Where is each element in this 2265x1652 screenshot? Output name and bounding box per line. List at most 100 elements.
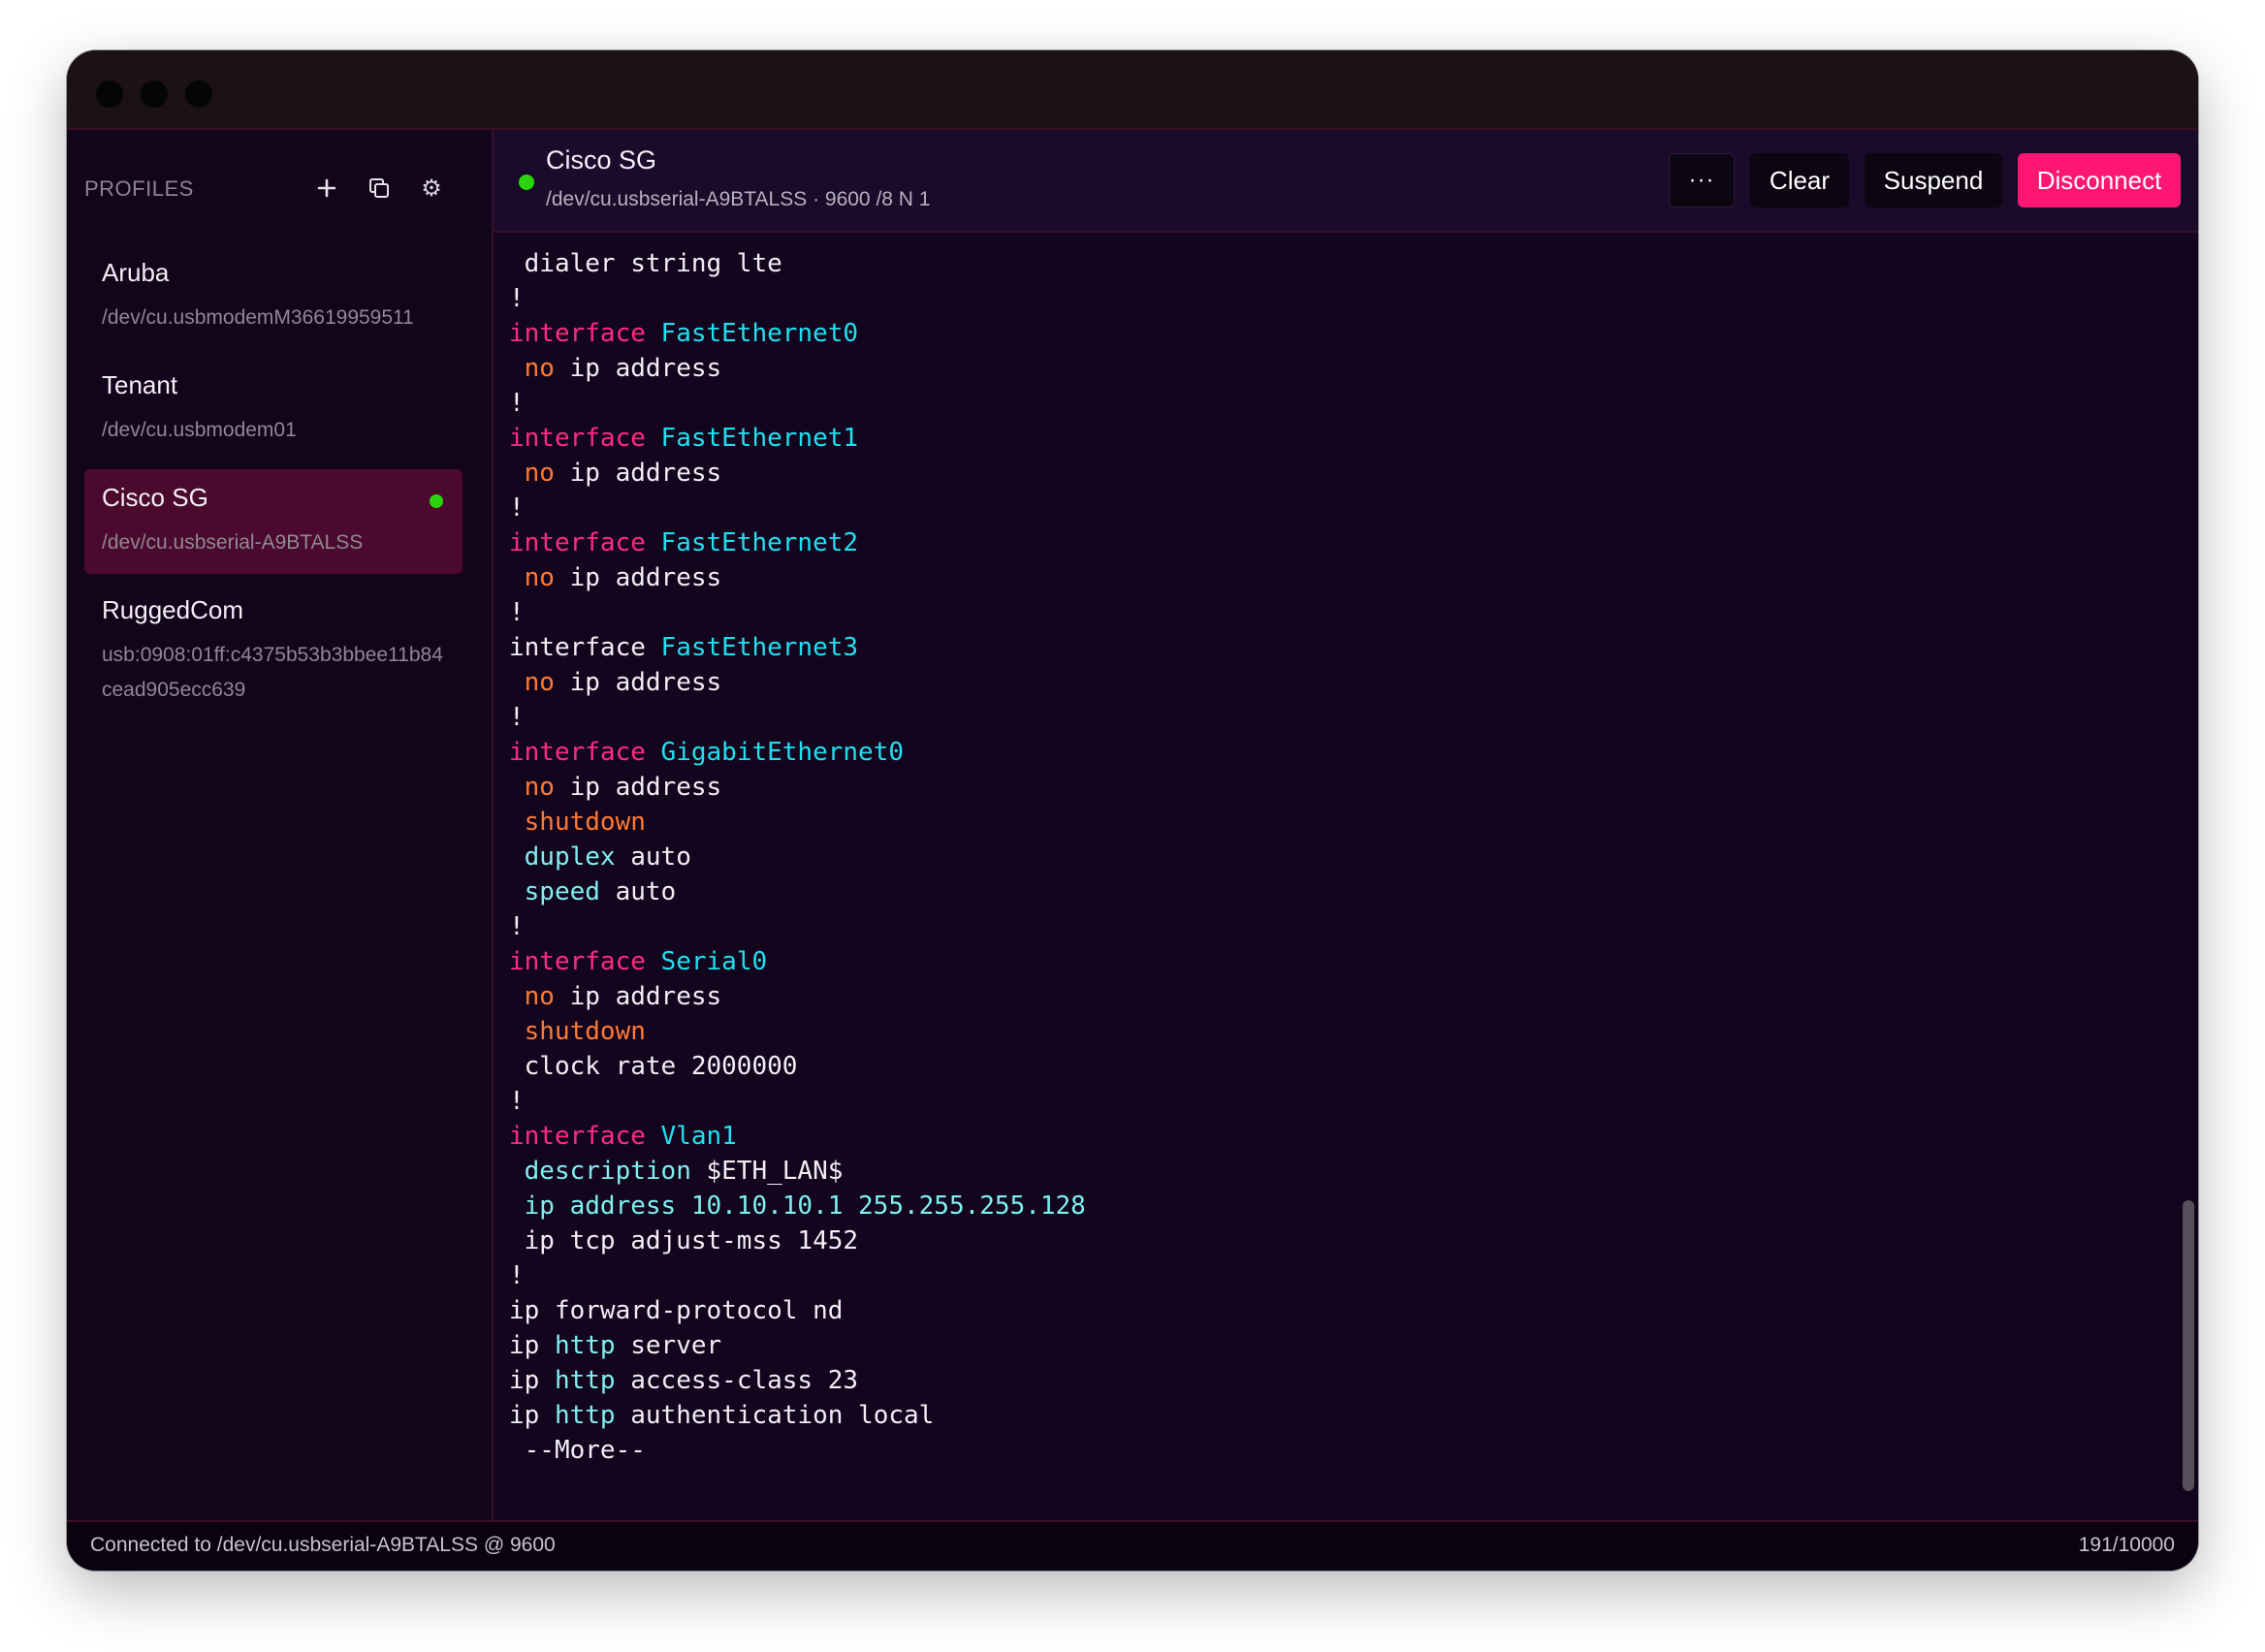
terminal-token: description <box>524 1157 691 1186</box>
terminal-line: interface FastEthernet1 <box>509 421 1086 456</box>
terminal-scrollbar[interactable] <box>2183 1200 2194 1491</box>
terminal-line: shutdown <box>509 805 1086 840</box>
close-window-button[interactable] <box>96 80 123 108</box>
terminal-token: auto <box>599 877 677 906</box>
suspend-button[interactable]: Suspend <box>1865 153 2002 207</box>
terminal-token: speed <box>524 877 600 906</box>
connected-status-dot <box>430 494 443 508</box>
more-options-button[interactable]: ··· <box>1669 153 1735 207</box>
profile-path: /dev/cu.usbmodem01 <box>102 419 297 441</box>
terminal-line: no ip address <box>509 770 1086 805</box>
terminal-line: clock rate 2000000 <box>509 1049 1086 1084</box>
terminal-token: ip address <box>554 668 722 697</box>
terminal-token: Serial0 <box>660 947 768 976</box>
terminal-token: interface <box>509 738 661 767</box>
terminal-token: http <box>554 1401 616 1430</box>
terminal-line: no ip address <box>509 979 1086 1014</box>
minimize-window-button[interactable] <box>141 80 168 108</box>
terminal-token: auto <box>615 842 691 872</box>
terminal-line: interface FastEthernet2 <box>509 525 1086 560</box>
terminal-line: ip http authentication local <box>509 1398 1086 1433</box>
gear-icon[interactable]: ⚙ <box>414 171 449 206</box>
copy-icon[interactable] <box>362 171 397 206</box>
profiles-sidebar: PROFILES ⚙ Aruba/dev/cu.usbmodemM3661995… <box>67 130 494 1522</box>
terminal-token: Vlan1 <box>660 1122 737 1151</box>
terminal-token: ! <box>509 1087 525 1116</box>
title-bar <box>67 50 2198 130</box>
terminal-token: interface <box>509 947 661 976</box>
terminal-token: interface <box>509 1122 661 1151</box>
terminal-line: description $ETH_LAN$ <box>509 1154 1086 1189</box>
terminal-token: no <box>524 354 555 383</box>
profile-name: Tenant <box>102 370 178 399</box>
zoom-window-button[interactable] <box>185 80 212 108</box>
disconnect-button[interactable]: Disconnect <box>2018 153 2181 207</box>
terminal-line: interface FastEthernet0 <box>509 316 1086 351</box>
terminal-token: server <box>615 1331 722 1360</box>
terminal-token: ! <box>509 703 525 732</box>
terminal-token: ip <box>509 1331 555 1360</box>
terminal-line: duplex auto <box>509 840 1086 874</box>
connection-title: Cisco SG <box>546 145 657 175</box>
terminal-line: ip address 10.10.10.1 255.255.255.128 <box>509 1189 1086 1223</box>
profile-item[interactable]: Cisco SG/dev/cu.usbserial-A9BTALSS <box>84 469 463 574</box>
terminal-line: ! <box>509 491 1086 525</box>
terminal-panel: Cisco SG /dev/cu.usbserial-A9BTALSS · 96… <box>494 130 2198 1522</box>
profile-item[interactable]: RuggedCom usb:0908:01ff:c4375b53b3bbee11b… <box>84 582 463 710</box>
terminal-token: access-class 23 <box>615 1366 859 1395</box>
terminal-token: ip forward-protocol nd <box>509 1296 844 1325</box>
terminal-line: interface Serial0 <box>509 944 1086 979</box>
terminal-output[interactable]: dialer string lte! interface FastEthernet… <box>494 233 2198 1522</box>
plus-icon[interactable] <box>309 171 344 206</box>
profiles-heading: PROFILES <box>84 176 194 201</box>
terminal-lines: dialer string lte! interface FastEthernet… <box>509 246 1086 1468</box>
terminal-line: --More-- <box>509 1433 1086 1468</box>
clear-button[interactable]: Clear <box>1750 153 1849 207</box>
profile-item[interactable]: Tenant/dev/cu.usbmodem01 <box>84 357 463 461</box>
terminal-line: no ip address <box>509 560 1086 595</box>
connection-status-dot <box>519 175 534 190</box>
terminal-token: no <box>524 982 555 1011</box>
terminal-line: ip http access-class 23 <box>509 1363 1086 1398</box>
terminal-token: authentication local <box>615 1401 935 1430</box>
terminal-token: FastEthernet1 <box>660 424 859 453</box>
terminal-token: ip address <box>554 459 722 488</box>
terminal-token: interface <box>509 633 661 662</box>
terminal-token: ! <box>509 598 525 627</box>
terminal-token: no <box>524 773 555 802</box>
terminal-line: ip forward-protocol nd <box>509 1293 1086 1328</box>
status-bar: Connected to /dev/cu.usbserial-A9BTALSS … <box>67 1520 2198 1571</box>
terminal-token: interface <box>509 424 661 453</box>
terminal-token: duplex <box>524 842 616 872</box>
profile-name: Aruba <box>102 258 170 287</box>
terminal-line: interface FastEthernet3 <box>509 630 1086 665</box>
terminal-line: ! <box>509 281 1086 316</box>
terminal-token: ip <box>509 1401 555 1430</box>
terminal-line: ! <box>509 1258 1086 1293</box>
terminal-token: http <box>554 1366 616 1395</box>
terminal-line: interface Vlan1 <box>509 1119 1086 1154</box>
terminal-line: ! <box>509 386 1086 421</box>
terminal-token: ! <box>509 912 525 941</box>
terminal-token: --More-- <box>509 1436 646 1465</box>
terminal-line: ! <box>509 909 1086 944</box>
profile-item[interactable]: Aruba/dev/cu.usbmodemM36619959511 <box>84 244 463 349</box>
terminal-token: http <box>554 1331 616 1360</box>
terminal-token: no <box>524 563 555 592</box>
terminal-token: FastEthernet0 <box>660 319 859 348</box>
terminal-token: ! <box>509 284 525 313</box>
terminal-line: interface GigabitEthernet0 <box>509 735 1086 770</box>
terminal-token: interface <box>509 528 661 557</box>
terminal-line: no ip address <box>509 665 1086 700</box>
terminal-token: no <box>524 668 555 697</box>
profile-path: /dev/cu.usbserial-A9BTALSS <box>102 531 364 554</box>
